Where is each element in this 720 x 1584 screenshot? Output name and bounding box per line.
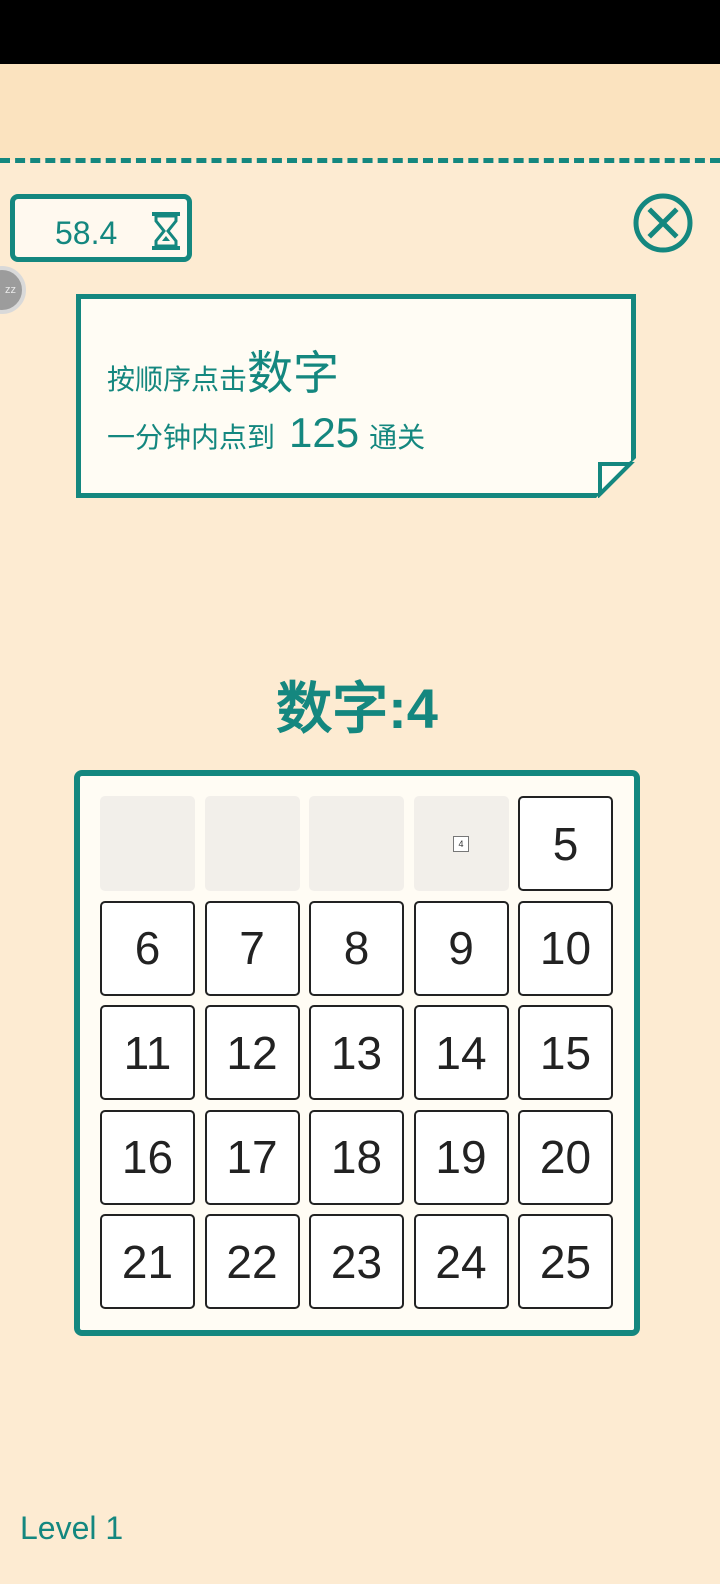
tile-number: 15 bbox=[539, 1026, 592, 1079]
tile-number: 24 bbox=[435, 1235, 487, 1288]
cleared-tile bbox=[100, 796, 195, 891]
tile-number: 21 bbox=[121, 1235, 174, 1288]
number-tile[interactable]: 24 bbox=[413, 1214, 509, 1309]
dashed-divider bbox=[0, 158, 720, 163]
number-tile[interactable]: 8 bbox=[309, 900, 404, 996]
number-tile[interactable]: 18 bbox=[309, 1109, 404, 1205]
number-tile[interactable]: 10 bbox=[518, 900, 613, 996]
instruction-text: 一分钟内点到 bbox=[107, 422, 276, 453]
number-tile[interactable]: 9 bbox=[413, 900, 509, 996]
tile-number: 10 bbox=[539, 922, 592, 974]
number-tile[interactable]: 25 bbox=[518, 1214, 613, 1309]
number-tile[interactable]: 15 bbox=[518, 1005, 613, 1100]
mini-number-badge: 4 bbox=[453, 835, 469, 852]
number-tile[interactable]: 12 bbox=[204, 1005, 300, 1100]
tile-grid: 4 5 6 7 8 9 10 11 12 13 14 15 16 17 18 19 20 21 22 23 24 25 bbox=[100, 796, 613, 1309]
hourglass-icon bbox=[152, 212, 180, 250]
tile-number: 12 bbox=[226, 1026, 278, 1079]
number-board: 4 5 6 7 8 9 10 11 12 13 14 15 16 17 18 19 20 21 22 23 24 25 bbox=[74, 770, 640, 1336]
number-tile[interactable]: 19 bbox=[413, 1109, 509, 1205]
tile-number: 20 bbox=[539, 1131, 592, 1183]
current-number-label: 数字:4 bbox=[276, 677, 438, 740]
close-button[interactable] bbox=[632, 192, 694, 254]
number-tile[interactable]: 17 bbox=[204, 1109, 300, 1205]
tile-number: 9 bbox=[448, 922, 474, 974]
timer-value: 58.4 bbox=[55, 215, 118, 251]
number-tile[interactable]: 14 bbox=[413, 1005, 509, 1100]
cleared-tile: 4 bbox=[413, 796, 509, 891]
instruction-line-2: 一分钟内点到 125 通关 bbox=[107, 409, 425, 457]
tile-number: 16 bbox=[121, 1131, 174, 1183]
number-tile[interactable]: 7 bbox=[204, 900, 300, 996]
cleared-tile bbox=[204, 796, 300, 891]
instructions-card: 按顺序点击数字 一分钟内点到 125 通关 bbox=[76, 294, 636, 498]
tile-number: 17 bbox=[226, 1131, 278, 1183]
tile-number: 6 bbox=[134, 922, 161, 974]
number-tile[interactable]: 23 bbox=[309, 1214, 404, 1309]
tile-number: 19 bbox=[435, 1131, 487, 1183]
number-tile[interactable]: 6 bbox=[100, 900, 195, 996]
tile-number: 13 bbox=[330, 1026, 383, 1079]
tile-number: 5 bbox=[552, 817, 579, 870]
header-band bbox=[0, 64, 720, 160]
number-tile[interactable]: 20 bbox=[518, 1109, 613, 1205]
number-tile[interactable]: 16 bbox=[100, 1109, 195, 1205]
tile-number: 11 bbox=[123, 1026, 172, 1079]
tile-number: 18 bbox=[330, 1131, 383, 1183]
number-tile[interactable]: 22 bbox=[204, 1214, 300, 1309]
number-tile[interactable]: 5 bbox=[518, 796, 613, 891]
number-tile[interactable]: 13 bbox=[309, 1005, 404, 1100]
tile-number: 25 bbox=[539, 1235, 592, 1288]
tile-number: 7 bbox=[239, 922, 265, 974]
instruction-line-1: 按顺序点击数字 bbox=[107, 337, 339, 403]
cleared-tile bbox=[309, 796, 404, 891]
tile-number: 23 bbox=[330, 1235, 383, 1288]
avatar[interactable]: zz bbox=[0, 266, 26, 314]
status-bar bbox=[0, 0, 720, 64]
tile-number: 8 bbox=[343, 922, 370, 974]
instruction-text: 按顺序点击 bbox=[107, 364, 248, 395]
number-tile[interactable]: 21 bbox=[100, 1214, 195, 1309]
tile-number: 14 bbox=[435, 1026, 487, 1079]
close-icon bbox=[633, 193, 693, 253]
instruction-text: 通关 bbox=[369, 422, 426, 453]
tile-number: 22 bbox=[226, 1235, 278, 1288]
timer-badge: 58.4 bbox=[10, 194, 192, 262]
instruction-highlight: 数字 bbox=[247, 347, 340, 399]
number-tile[interactable]: 11 bbox=[100, 1005, 195, 1100]
target-number: 125 bbox=[289, 409, 360, 456]
folded-corner-icon bbox=[596, 458, 636, 498]
level-label: Level 1 bbox=[20, 1510, 124, 1546]
